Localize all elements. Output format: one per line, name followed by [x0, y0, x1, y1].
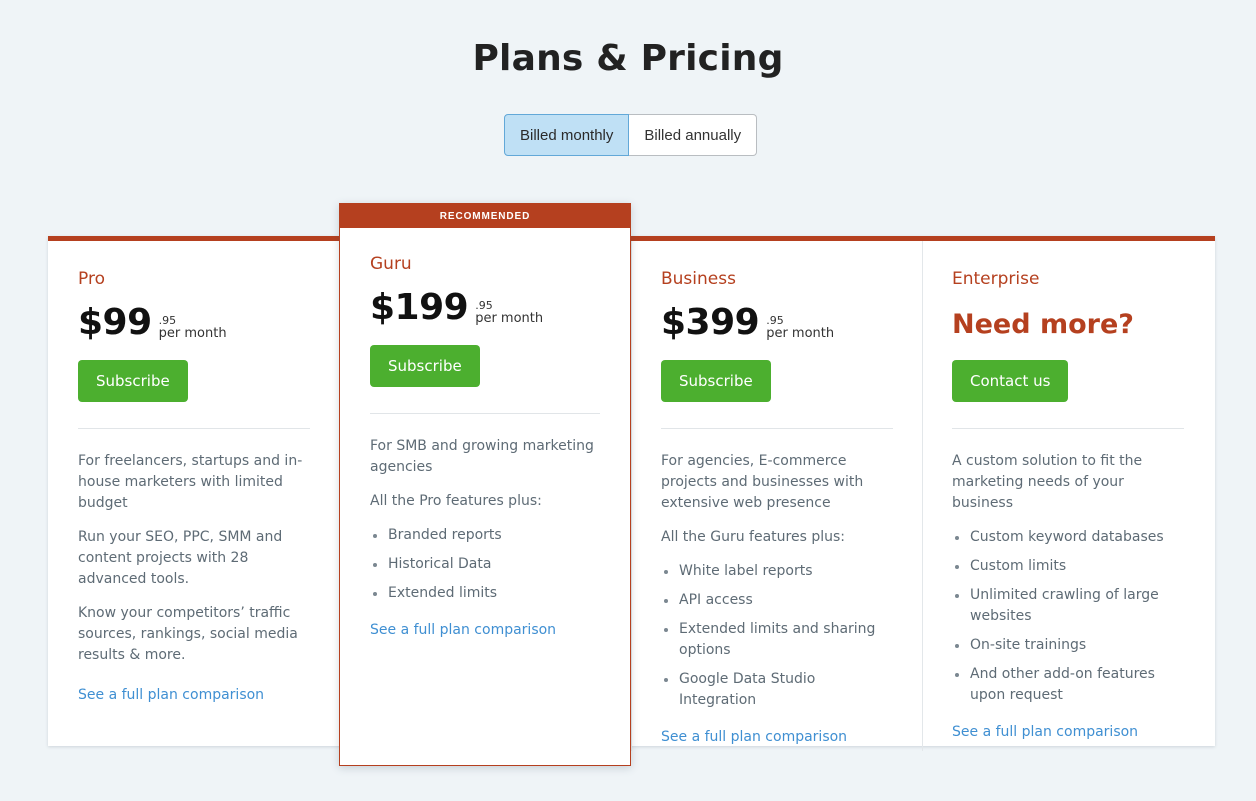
plan-price: $199 .95 per month: [370, 283, 600, 327]
plan-card-enterprise: Enterprise Need more? Contact us A custo…: [922, 241, 1214, 751]
subscribe-button-business[interactable]: Subscribe: [661, 360, 771, 403]
list-item: Historical Data: [370, 554, 600, 575]
price-period: per month: [475, 311, 544, 327]
toggle-billed-annually[interactable]: Billed annually: [629, 114, 758, 156]
plan-card-guru-featured: RECOMMENDED Guru $199 .95 per month Subs…: [339, 203, 631, 766]
recommended-ribbon: RECOMMENDED: [340, 204, 630, 228]
plan-comparison-link-pro[interactable]: See a full plan comparison: [78, 687, 264, 703]
plan-price: $99 .95 per month: [78, 298, 310, 342]
price-suffix: .95 per month: [475, 299, 543, 327]
plan-description: For freelancers, startups and in-house m…: [78, 453, 303, 512]
divider: [952, 428, 1184, 430]
list-item: Extended limits: [370, 583, 600, 604]
billing-period-toggle[interactable]: Billed monthly Billed annually: [504, 114, 758, 156]
list-item: Branded reports: [370, 525, 600, 546]
subscribe-button-guru[interactable]: Subscribe: [370, 345, 480, 388]
price-suffix: .95 per month: [766, 314, 834, 342]
plan-description: For SMB and growing marketing agencies: [370, 438, 594, 476]
list-item: And other add-on features upon request: [952, 664, 1184, 706]
list-item: Extended limits and sharing options: [661, 619, 893, 661]
contact-us-button[interactable]: Contact us: [952, 360, 1069, 403]
plan-description: Run your SEO, PPC, SMM and content proje…: [78, 529, 283, 588]
plan-comparison-link-enterprise[interactable]: See a full plan comparison: [952, 724, 1138, 740]
plan-card-pro: Pro $99 .95 per month Subscribe For free…: [48, 241, 340, 751]
price-suffix: .95 per month: [159, 314, 227, 342]
feature-list: White label reports API access Extended …: [661, 561, 893, 711]
list-item: API access: [661, 590, 893, 611]
divider: [661, 428, 893, 430]
toggle-billed-monthly[interactable]: Billed monthly: [504, 114, 630, 156]
divider: [78, 428, 310, 430]
feature-list: Branded reports Historical Data Extended…: [370, 525, 600, 604]
plan-name: Enterprise: [952, 269, 1040, 289]
plan-name: Guru: [370, 254, 412, 274]
pricing-card-strip: Pro $99 .95 per month Subscribe For free…: [48, 236, 1215, 751]
plan-description: A custom solution to fit the marketing n…: [952, 453, 1143, 512]
list-item: Unlimited crawling of large websites: [952, 585, 1184, 627]
price-amount: $399: [661, 302, 760, 344]
list-item: Google Data Studio Integration: [661, 669, 893, 711]
feature-list: Custom keyword databases Custom limits U…: [952, 527, 1184, 706]
plan-price: $399 .95 per month: [661, 298, 893, 342]
plan-description: For agencies, E-commerce projects and bu…: [661, 453, 864, 512]
subscribe-button-pro[interactable]: Subscribe: [78, 360, 188, 403]
list-item: Custom limits: [952, 556, 1184, 577]
pricing-page: Plans & Pricing Billed monthly Billed an…: [0, 0, 1256, 801]
plan-description: All the Pro features plus:: [370, 493, 542, 510]
plan-name: Pro: [78, 269, 105, 289]
divider: [370, 413, 600, 415]
plan-comparison-link-business[interactable]: See a full plan comparison: [661, 729, 847, 745]
price-period: per month: [766, 326, 835, 342]
list-item: On-site trainings: [952, 635, 1184, 656]
price-amount: $199: [370, 287, 469, 329]
price-period: per month: [158, 326, 227, 342]
plan-name: Business: [661, 269, 736, 289]
plan-card-business: Business $399 .95 per month Subscribe Fo…: [631, 241, 923, 751]
plan-headline: Need more?: [952, 309, 1134, 341]
page-title: Plans & Pricing: [472, 38, 784, 79]
list-item: Custom keyword databases: [952, 527, 1184, 548]
plan-description: All the Guru features plus:: [661, 529, 845, 546]
plan-comparison-link-guru[interactable]: See a full plan comparison: [370, 622, 556, 638]
list-item: White label reports: [661, 561, 893, 582]
plan-description: Know your competitors’ traffic sources, …: [78, 605, 298, 664]
price-amount: $99: [78, 302, 152, 344]
plan-card-guru-body: Guru $199 .95 per month Subscribe For SM…: [340, 228, 630, 638]
